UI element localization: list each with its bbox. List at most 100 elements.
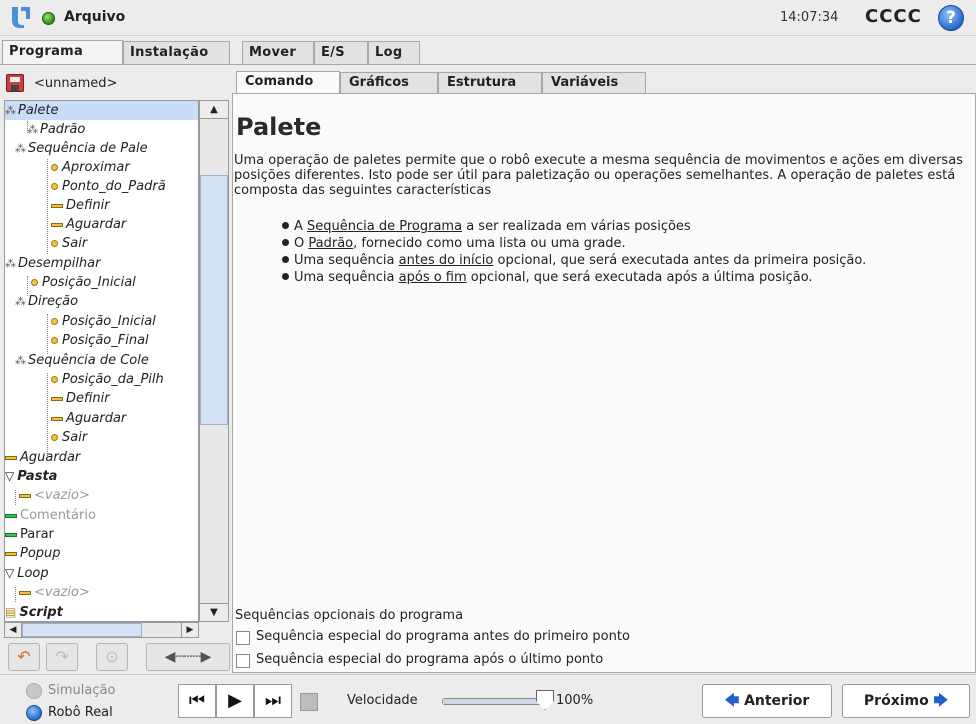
link-sequencia-programa[interactable]: Sequência de Programa <box>307 219 462 234</box>
before-first-point-checkbox[interactable] <box>236 631 250 645</box>
robot-status-icon <box>42 12 55 25</box>
tree-node-loop[interactable]: ▽ Loop <box>5 564 49 583</box>
tree-node-sequencia-palete[interactable]: ⁂ Sequência de Pale <box>15 139 148 158</box>
waypoint-icon <box>51 376 58 383</box>
destack-icon: ⁂ <box>5 257 16 270</box>
tree-node-parar[interactable]: Parar <box>5 525 54 544</box>
tree-node-definir[interactable]: Definir <box>51 196 110 215</box>
tab-graficos[interactable]: Gráficos <box>340 72 438 94</box>
program-name: <unnamed> <box>34 76 118 91</box>
link-padrao[interactable]: Padrão <box>308 236 353 251</box>
bullet-item: Uma sequência após o fim opcional, que s… <box>282 270 813 285</box>
tab-instalacao[interactable]: Instalação <box>123 41 230 65</box>
wait-icon <box>5 455 17 460</box>
scroll-up-icon[interactable]: ▲ <box>200 101 228 119</box>
waypoint-icon <box>51 434 58 441</box>
empty-icon <box>19 590 31 595</box>
loop-icon: ▽ <box>5 566 15 580</box>
link-apos-fim[interactable]: após o fim <box>399 270 467 285</box>
sequence-icon: ⁂ <box>15 142 26 155</box>
stop-circle-icon[interactable]: ⊙ <box>96 643 128 671</box>
tree-node-posicao-final[interactable]: Posição_Final <box>51 331 149 350</box>
tree-node-direcao[interactable]: ⁂ Direção <box>15 292 78 311</box>
simulation-radio[interactable] <box>26 683 42 699</box>
tree-node-posicao-pilha[interactable]: Posição_da_Pilh <box>51 370 164 389</box>
tree-node-ponto-padrao[interactable]: Ponto_do_Padrã <box>51 177 166 196</box>
redo-icon[interactable]: ↷ <box>46 643 78 671</box>
tree-scroll-thumb[interactable] <box>200 175 228 425</box>
speed-value: 100% <box>556 693 594 708</box>
halt-icon <box>5 532 17 537</box>
bullet-item: Uma sequência antes do início opcional, … <box>282 253 866 268</box>
robot-name: CCCC <box>865 6 922 27</box>
tree-node-padrao[interactable]: ⁂ Padrão <box>27 120 85 139</box>
tab-es[interactable]: E/S <box>314 41 368 65</box>
tree-node-script[interactable]: ▤ Script <box>5 603 63 621</box>
optional-sequences-title: Sequências opcionais do programa <box>235 608 464 623</box>
folder-icon: ▽ <box>5 469 15 483</box>
scroll-left-icon[interactable]: ◀ <box>4 622 22 638</box>
pallet-icon: ⁂ <box>5 104 16 117</box>
skip-back-icon[interactable]: ⏮ <box>178 684 216 718</box>
direction-icon: ⁂ <box>15 295 26 308</box>
top-bar: Arquivo 14:07:34 CCCC ? <box>0 0 976 36</box>
tree-node-vazio[interactable]: <vazio> <box>19 486 90 505</box>
real-robot-label: Robô Real <box>48 705 113 720</box>
tree-node-vazio-2[interactable]: <vazio> <box>19 583 90 602</box>
tree-node-popup[interactable]: Popup <box>5 544 61 563</box>
stop-icon[interactable] <box>300 693 318 711</box>
real-robot-radio[interactable] <box>26 705 42 721</box>
speed-fill <box>443 699 541 704</box>
tree-node-palete[interactable]: ⁂ Palete <box>5 101 198 120</box>
next-button[interactable]: Próximo 🡆 <box>842 684 970 718</box>
file-menu[interactable]: Arquivo <box>64 9 125 25</box>
tree-node-comentario[interactable]: Comentário <box>5 506 96 525</box>
tab-estrutura[interactable]: Estrutura <box>438 72 542 94</box>
waypoint-icon <box>51 183 58 190</box>
bullet-item: A Sequência de Programa a ser realizada … <box>282 219 691 234</box>
step-icon[interactable]: ⏭ <box>254 684 292 718</box>
ur-logo-icon <box>10 5 32 29</box>
tab-log[interactable]: Log <box>368 41 420 65</box>
tree-node-aguardar-2[interactable]: Aguardar <box>51 409 126 428</box>
tree-node-aguardar[interactable]: Aguardar <box>51 215 126 234</box>
link-antes-inicio[interactable]: antes do início <box>399 253 494 268</box>
help-icon[interactable]: ? <box>938 5 964 31</box>
tree-node-posicao-inicial-2[interactable]: Posição_Inicial <box>51 312 156 331</box>
tree-node-sair-2[interactable]: Sair <box>51 428 87 447</box>
tree-node-pasta[interactable]: ▽ Pasta <box>5 467 57 486</box>
description: Uma operação de paletes permite que o ro… <box>234 153 963 198</box>
clock: 14:07:34 <box>780 10 839 25</box>
save-icon[interactable] <box>6 74 24 92</box>
set-icon <box>51 203 63 208</box>
tab-programa[interactable]: Programa <box>2 40 123 65</box>
waypoint-icon <box>51 240 58 247</box>
tab-comando[interactable]: Comando <box>236 71 340 94</box>
tree-hscroll-thumb[interactable] <box>22 623 142 637</box>
before-first-point-label: Sequência especial do programa antes do … <box>256 629 630 644</box>
scroll-down-icon[interactable]: ▼ <box>200 603 228 621</box>
play-icon[interactable]: ▶ <box>216 684 254 718</box>
scroll-right-icon[interactable]: ▶ <box>181 622 199 638</box>
popup-icon <box>5 551 17 556</box>
after-last-point-checkbox[interactable] <box>236 654 250 668</box>
program-tree[interactable]: ⁂ Palete ⁂ Padrão ⁂ Sequência de Pale Aprox… <box>4 100 199 622</box>
wait-icon <box>51 416 63 421</box>
tree-node-desempilhar[interactable]: ⁂ Desempilhar <box>5 254 100 273</box>
app-window: Arquivo 14:07:34 CCCC ? Programa Instala… <box>0 0 976 724</box>
previous-button[interactable]: 🡄 Anterior <box>702 684 832 718</box>
arrow-left-icon: 🡄 <box>724 693 740 709</box>
wait-icon <box>51 222 63 227</box>
tree-node-posicao-inicial[interactable]: Posição_Inicial <box>31 273 136 292</box>
tree-node-sequencia-coleta[interactable]: ⁂ Sequência de Cole <box>15 351 149 370</box>
tab-variaveis[interactable]: Variáveis <box>542 72 646 94</box>
waypoint-icon <box>31 279 38 286</box>
speed-label: Velocidade <box>347 693 418 708</box>
tree-node-definir-2[interactable]: Definir <box>51 389 110 408</box>
move-node-icon[interactable]: ◀┄┄┄▶ <box>146 643 230 671</box>
tab-mover[interactable]: Mover <box>242 41 314 65</box>
tree-node-aproximar[interactable]: Aproximar <box>51 158 130 177</box>
tree-node-aguardar-3[interactable]: Aguardar <box>5 448 80 467</box>
undo-icon[interactable]: ↶ <box>8 643 40 671</box>
tree-node-sair[interactable]: Sair <box>51 234 87 253</box>
